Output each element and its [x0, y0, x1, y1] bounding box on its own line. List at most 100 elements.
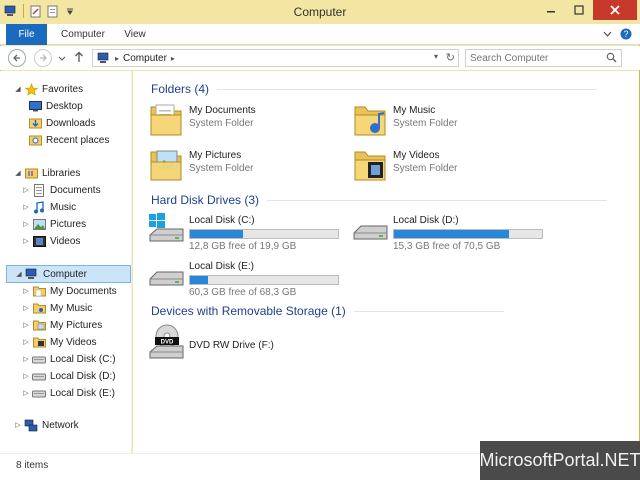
- sidebar-item-libraries[interactable]: ◢ Libraries: [12, 165, 80, 181]
- sidebar-item-documents[interactable]: ▷ Documents: [20, 182, 101, 198]
- collapsed-arrow-icon[interactable]: ▷: [20, 389, 32, 397]
- group-header-folders[interactable]: Folders (4): [151, 82, 598, 96]
- pictures-icon: [32, 217, 46, 231]
- music-icon: [32, 200, 46, 214]
- sidebar-label: Music: [50, 201, 77, 213]
- ribbon-tabs: File Computer View ?: [0, 24, 640, 45]
- sidebar-item-my-documents[interactable]: ▷ My Documents: [20, 283, 117, 299]
- drive-item-local-disk-d[interactable]: Local Disk (D:) 15,3 GB free of 70,5 GB: [351, 211, 543, 252]
- windows-drive-icon: [149, 213, 184, 242]
- forward-button[interactable]: [34, 49, 52, 67]
- maximize-button[interactable]: [565, 0, 593, 20]
- search-input[interactable]: [470, 52, 600, 64]
- sidebar-item-favorites[interactable]: ◢ Favorites: [12, 81, 83, 97]
- collapsed-arrow-icon[interactable]: ▷: [20, 304, 32, 312]
- drive-icon: [32, 369, 46, 383]
- sidebar-item-local-disk-c[interactable]: ▷ Local Disk (C:): [20, 351, 116, 367]
- disk-usage-bar: [393, 229, 543, 239]
- documents-icon: [32, 183, 46, 197]
- item-name: My Pictures: [189, 150, 242, 161]
- sidebar-label-libraries: Libraries: [42, 167, 81, 179]
- sidebar-item-desktop[interactable]: Desktop: [28, 98, 83, 114]
- music-folder-icon: [354, 106, 386, 136]
- collapsed-arrow-icon[interactable]: ▷: [20, 186, 32, 194]
- sidebar-item-downloads[interactable]: Downloads: [28, 115, 95, 131]
- documents-folder-icon: [150, 104, 182, 136]
- address-dropdown-icon[interactable]: ▾: [434, 52, 438, 61]
- sidebar-item-videos[interactable]: ▷ Videos: [20, 233, 80, 249]
- sidebar-item-network[interactable]: ▷ Network: [12, 417, 79, 433]
- back-button[interactable]: [8, 49, 26, 67]
- expanded-arrow-icon[interactable]: ◢: [13, 270, 25, 278]
- expanded-arrow-icon[interactable]: ◢: [12, 169, 24, 177]
- sidebar-item-local-disk-e[interactable]: ▷ Local Disk (E:): [20, 385, 115, 401]
- navigation-bar: ▸ Computer ▸ ▾ ↻: [0, 46, 640, 70]
- collapsed-arrow-icon[interactable]: ▷: [20, 220, 32, 228]
- sidebar-label: Downloads: [46, 117, 96, 129]
- breadcrumb-computer[interactable]: Computer: [123, 53, 167, 64]
- tab-computer[interactable]: Computer: [56, 24, 110, 45]
- collapsed-arrow-icon[interactable]: ▷: [20, 237, 32, 245]
- up-arrow-icon: [75, 51, 83, 62]
- music-folder-icon: [32, 301, 46, 315]
- folder-item-my-videos[interactable]: My Videos System Folder: [351, 146, 457, 184]
- sidebar-item-music[interactable]: ▷ Music: [20, 199, 76, 215]
- expanded-arrow-icon[interactable]: ◢: [12, 85, 24, 93]
- search-box[interactable]: [465, 49, 622, 67]
- disk-usage-fill: [190, 230, 244, 238]
- group-header-hard-disk-drives[interactable]: Hard Disk Drives (3): [151, 193, 608, 207]
- group-title: Hard Disk Drives (3): [151, 193, 260, 207]
- sidebar-label: Local Disk (E:): [50, 387, 116, 399]
- drive-item-local-disk-e[interactable]: Local Disk (E:) 60,3 GB free of 68,3 GB: [147, 257, 339, 298]
- folder-icon: [32, 284, 46, 298]
- pictures-folder-icon: [150, 150, 182, 181]
- desktop-icon: [28, 99, 42, 113]
- sidebar-item-recent-places[interactable]: Recent places: [28, 132, 109, 148]
- folder-item-my-documents[interactable]: My Documents System Folder: [147, 101, 256, 139]
- computer-icon: [97, 52, 109, 63]
- drive-item-dvd-rw[interactable]: DVD DVD RW Drive (F:): [147, 324, 274, 362]
- ribbon-right-controls: ?: [603, 28, 632, 43]
- computer-icon: [25, 267, 39, 281]
- disk-usage-bar: [189, 229, 339, 239]
- breadcrumb-chevron-icon[interactable]: ▸: [171, 54, 175, 63]
- collapsed-arrow-icon[interactable]: ▷: [20, 355, 32, 363]
- group-divider: [267, 199, 608, 201]
- address-bar[interactable]: ▸ Computer ▸ ▾ ↻: [92, 49, 459, 67]
- sidebar-item-local-disk-d[interactable]: ▷ Local Disk (D:): [20, 368, 115, 384]
- svg-text:DVD: DVD: [161, 340, 174, 346]
- tab-file[interactable]: File: [6, 24, 47, 45]
- collapsed-arrow-icon[interactable]: ▷: [20, 372, 32, 380]
- sidebar-item-my-videos[interactable]: ▷ My Videos: [20, 334, 97, 350]
- refresh-icon[interactable]: ↻: [446, 51, 455, 64]
- folder-item-my-music[interactable]: My Music System Folder: [351, 101, 457, 139]
- drive-item-local-disk-c[interactable]: Local Disk (C:) 12,8 GB free of 19,9 GB: [147, 211, 339, 252]
- collapsed-arrow-icon[interactable]: ▷: [20, 321, 32, 329]
- minimize-button[interactable]: [537, 0, 565, 20]
- group-title: Folders (4): [151, 82, 210, 96]
- expand-ribbon-icon[interactable]: [603, 30, 612, 41]
- recent-locations-button[interactable]: [58, 54, 66, 65]
- tab-view[interactable]: View: [118, 24, 152, 45]
- collapsed-arrow-icon[interactable]: ▷: [20, 338, 32, 346]
- collapsed-arrow-icon[interactable]: ▷: [20, 287, 32, 295]
- close-button[interactable]: [593, 0, 637, 20]
- collapsed-arrow-icon[interactable]: ▷: [20, 203, 32, 211]
- collapsed-arrow-icon[interactable]: ▷: [12, 421, 24, 429]
- up-button[interactable]: [74, 51, 84, 66]
- help-icon[interactable]: ?: [620, 28, 632, 43]
- sidebar-label: Local Disk (C:): [50, 353, 116, 365]
- sidebar-item-my-music[interactable]: ▷ My Music: [20, 300, 92, 316]
- breadcrumb-chevron-icon[interactable]: ▸: [115, 54, 119, 63]
- disk-free-space: 12,8 GB free of 19,9 GB: [189, 241, 297, 252]
- search-icon[interactable]: [606, 52, 617, 66]
- item-name: My Videos: [393, 150, 440, 161]
- group-header-removable-storage[interactable]: Devices with Removable Storage (1): [151, 304, 504, 318]
- sidebar-item-pictures[interactable]: ▷ Pictures: [20, 216, 86, 232]
- item-name: Local Disk (D:): [393, 215, 459, 226]
- sidebar-item-computer[interactable]: ◢ Computer: [6, 265, 131, 283]
- sidebar-item-my-pictures[interactable]: ▷ My Pictures: [20, 317, 102, 333]
- pictures-folder-icon: [32, 318, 46, 332]
- folder-item-my-pictures[interactable]: My Pictures System Folder: [147, 146, 253, 184]
- item-type: System Folder: [189, 118, 254, 129]
